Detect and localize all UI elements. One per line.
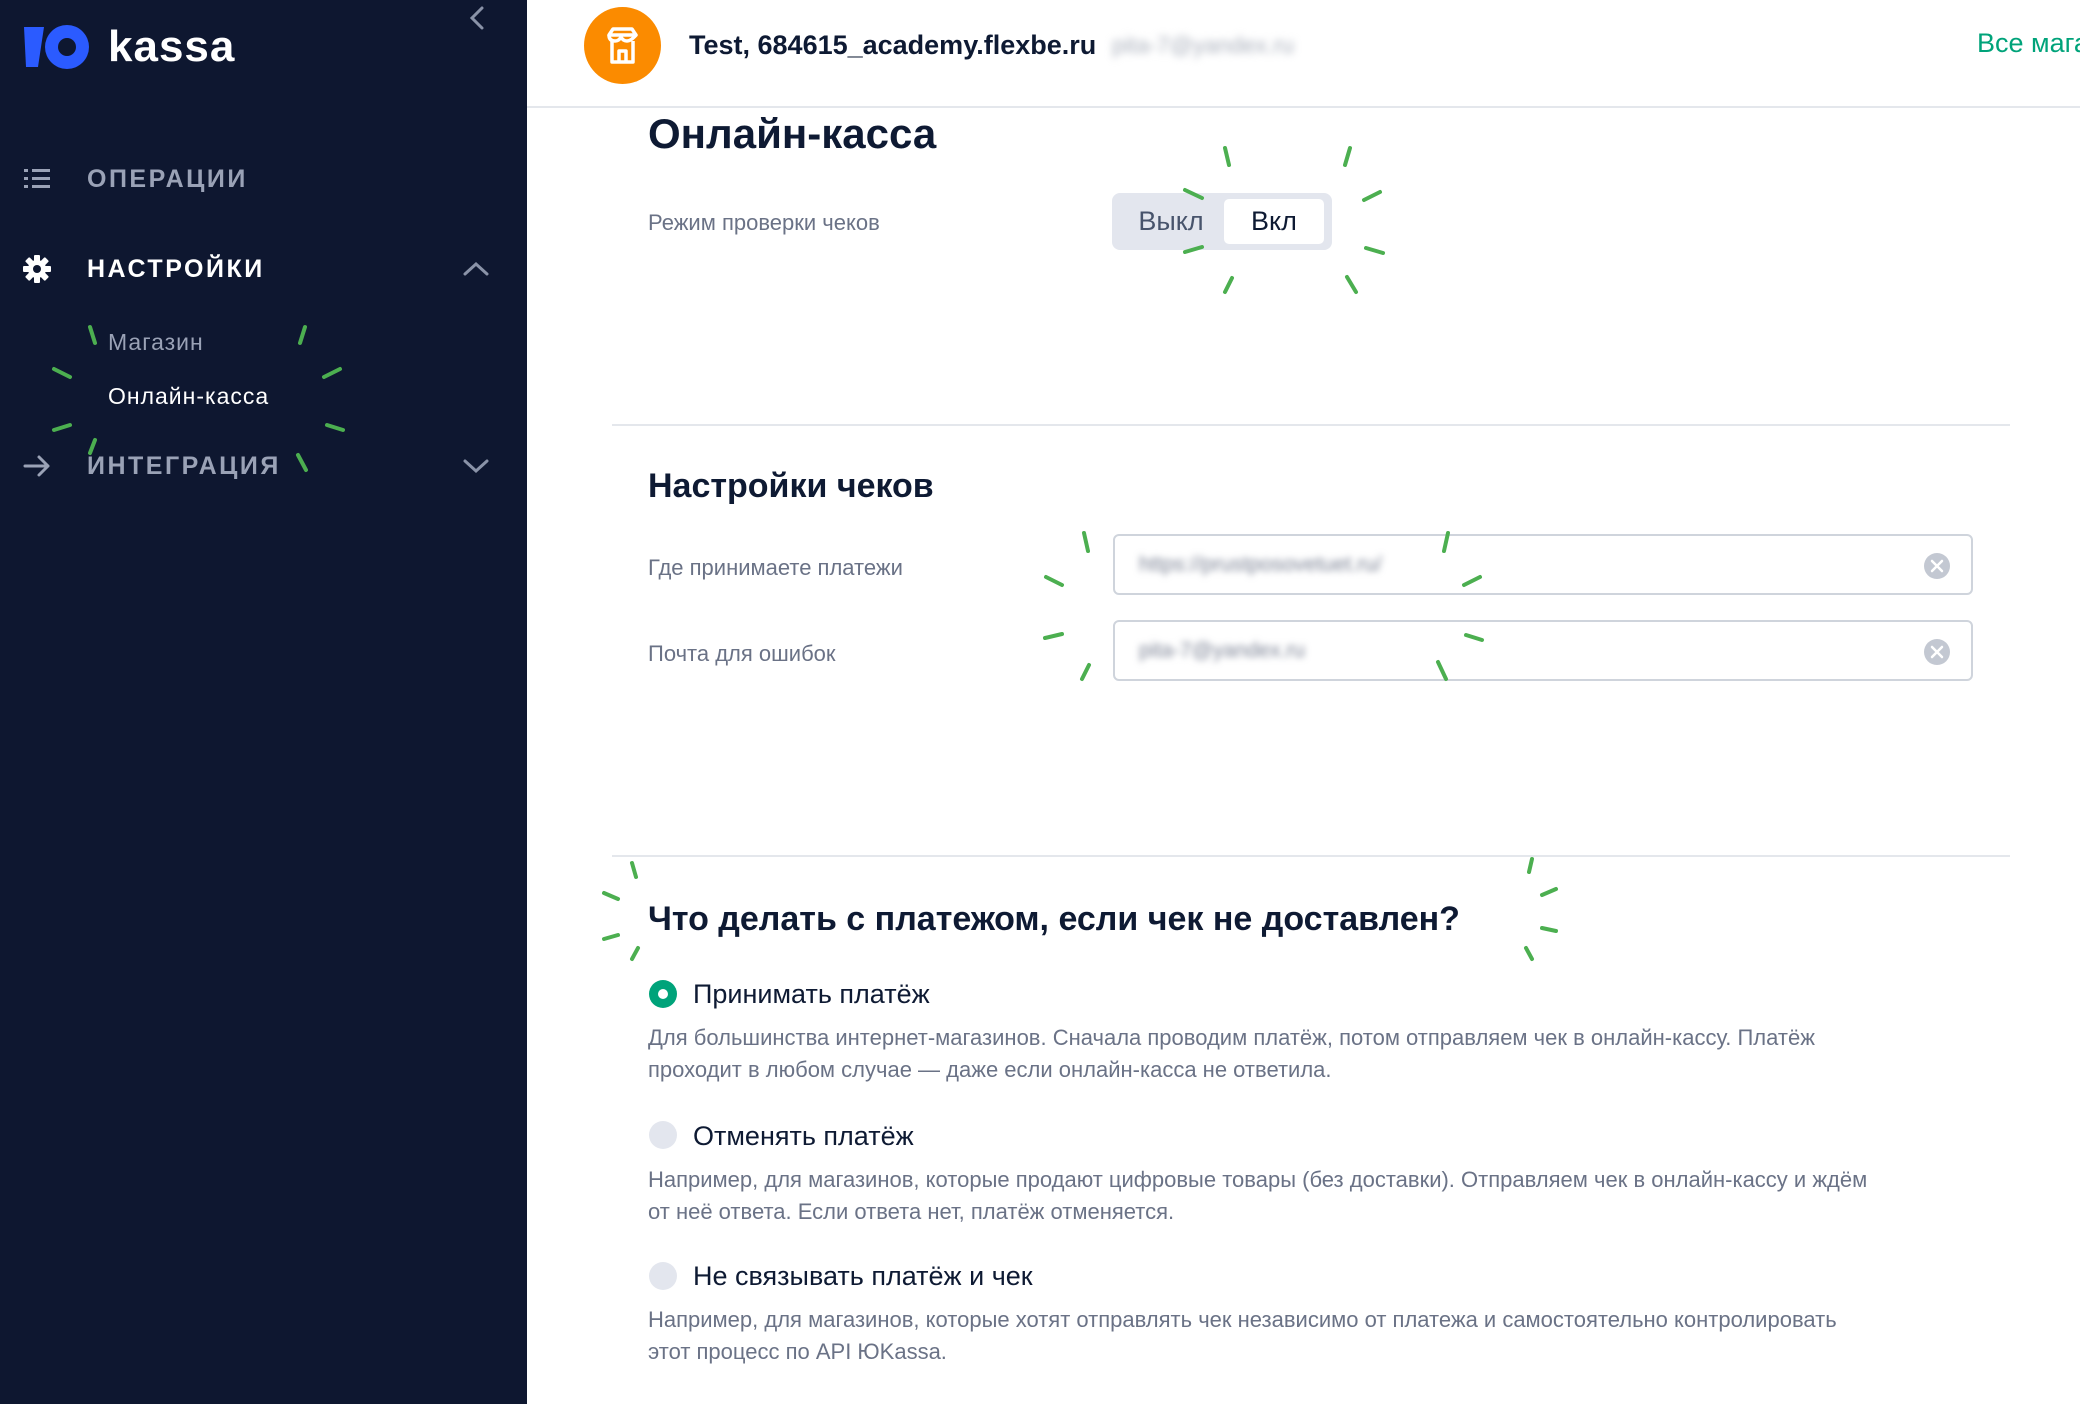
- desc-line: Для большинства интернет-магазинов. Снач…: [648, 1025, 1815, 1050]
- desc-line: Например, для магазинов, которые продают…: [648, 1167, 1868, 1192]
- radio-unlink-payment[interactable]: [648, 1261, 678, 1291]
- receipt-settings-title: Настройки чеков: [648, 467, 934, 505]
- sidebar-subitem-shop[interactable]: Магазин: [108, 329, 204, 356]
- radio-label-accept[interactable]: Принимать платёж: [693, 979, 930, 1010]
- radio-cancel-payment[interactable]: [648, 1120, 678, 1150]
- all-shops-link[interactable]: Все магазины: [1977, 28, 2080, 59]
- radio-label-cancel[interactable]: Отменять платёж: [693, 1121, 914, 1152]
- clear-icon[interactable]: [1923, 552, 1951, 580]
- shop-avatar[interactable]: [584, 7, 661, 84]
- toggle-off-option[interactable]: Выкл: [1120, 199, 1222, 244]
- undelivered-title: Что делать с платежом, если чек не доста…: [648, 900, 1460, 938]
- desc-line: Например, для магазинов, которые хотят о…: [648, 1307, 1837, 1332]
- radio-desc-unlink: Например, для магазинов, которые хотят о…: [648, 1304, 1998, 1368]
- gear-icon: [23, 255, 51, 283]
- section-divider: [612, 855, 2010, 857]
- chevron-up-icon[interactable]: [462, 259, 490, 279]
- radio-label-unlink[interactable]: Не связывать платёж и чек: [693, 1261, 1033, 1292]
- input-value: https://prustposovetuet.ru/: [1139, 553, 1382, 576]
- payments-site-label: Где принимаете платежи: [648, 555, 903, 580]
- logo[interactable]: kassa: [22, 18, 235, 76]
- desc-line: этот процесс по API ЮKassa.: [648, 1339, 947, 1364]
- yu-logo-icon: [24, 25, 89, 69]
- radio-desc-accept: Для большинства интернет-магазинов. Снач…: [648, 1022, 1998, 1086]
- sidebar-item-label: ИНТЕГРАЦИЯ: [87, 451, 281, 480]
- payments-site-input[interactable]: https://prustposovetuet.ru/: [1113, 534, 1973, 595]
- error-email-input[interactable]: pita-7@yandex.ru: [1113, 620, 1973, 681]
- sidebar: kassa ОПЕРАЦИИ НАСТРОЙКИ Магазин Онлайн-…: [0, 0, 527, 1404]
- section-divider: [612, 424, 2010, 426]
- desc-line: от неё ответа. Если ответа нет, платёж о…: [648, 1199, 1175, 1224]
- sidebar-item-label: ОПЕРАЦИИ: [87, 164, 248, 193]
- page-title: Онлайн-касса: [648, 110, 937, 157]
- topbar: Test, 684615_academy.flexbe.ru pita-7@ya…: [527, 0, 2080, 108]
- toggle-on-option[interactable]: Вкл: [1224, 199, 1324, 244]
- sidebar-item-operations[interactable]: ОПЕРАЦИИ: [0, 149, 527, 209]
- list-icon: [24, 169, 50, 188]
- check-mode-toggle: Выкл Вкл: [1112, 193, 1332, 250]
- shop-email: pita-7@yandex.ru: [1112, 32, 1294, 58]
- sidebar-subitem-online-kassa[interactable]: Онлайн-касса: [108, 383, 269, 410]
- error-email-label: Почта для ошибок: [648, 641, 836, 666]
- store-icon: [607, 27, 638, 64]
- sidebar-item-label: НАСТРОЙКИ: [87, 254, 265, 283]
- radio-accept-payment[interactable]: [648, 979, 678, 1009]
- arrow-right-icon: [23, 455, 50, 477]
- shop-name: Test, 684615_academy.flexbe.ru: [689, 30, 1097, 60]
- desc-line: проходит в любом случае — даже если онла…: [648, 1057, 1332, 1082]
- chevron-left-icon[interactable]: [462, 0, 492, 36]
- sidebar-item-integration[interactable]: ИНТЕГРАЦИЯ: [0, 436, 527, 496]
- logo-text: kassa: [108, 22, 236, 71]
- radio-desc-cancel: Например, для магазинов, которые продают…: [648, 1164, 1998, 1228]
- sidebar-item-settings[interactable]: НАСТРОЙКИ: [0, 239, 527, 299]
- chevron-down-icon[interactable]: [462, 456, 490, 476]
- check-mode-label: Режим проверки чеков: [648, 210, 880, 235]
- clear-icon[interactable]: [1923, 638, 1951, 666]
- input-value: pita-7@yandex.ru: [1139, 639, 1306, 662]
